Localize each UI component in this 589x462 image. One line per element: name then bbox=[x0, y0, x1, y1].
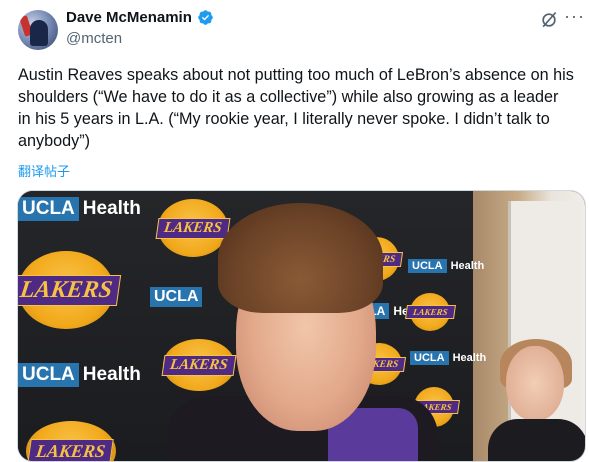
more-options-icon[interactable]: ··· bbox=[564, 6, 585, 27]
author-handle[interactable]: @mcten bbox=[66, 30, 122, 47]
lakers-logo: LAKERS bbox=[18, 251, 122, 329]
ucla-health-logo: UCLA Health bbox=[18, 197, 141, 221]
second-person-body bbox=[488, 419, 585, 461]
translate-post-link[interactable]: 翻译帖子 bbox=[18, 161, 70, 180]
lakers-logo: LAKERS bbox=[404, 293, 456, 331]
author-name[interactable]: Dave McMenamin bbox=[66, 9, 192, 26]
lakers-logo: LAKERS bbox=[161, 339, 237, 391]
ucla-health-logo: UCLA bbox=[150, 287, 203, 307]
grok-icon[interactable] bbox=[539, 10, 559, 30]
author-avatar[interactable] bbox=[18, 10, 58, 50]
ucla-health-logo: UCLA Health bbox=[410, 351, 486, 365]
ucla-health-logo: UCLA Health bbox=[408, 259, 484, 273]
verified-badge-icon bbox=[197, 9, 214, 26]
author-name-row: Dave McMenamin bbox=[66, 9, 214, 26]
ucla-health-logo: UCLA Health bbox=[18, 363, 141, 387]
tweet-video-media[interactable]: UCLA Health LAKERS LAKERS UCLA LAKERS UC… bbox=[17, 190, 586, 462]
lakers-logo: LAKERS bbox=[155, 199, 231, 257]
tweet-text: Austin Reaves speaks about not putting t… bbox=[18, 66, 579, 150]
second-person-face bbox=[506, 346, 564, 421]
speaker-hair bbox=[218, 203, 383, 313]
avatar-figure bbox=[30, 20, 48, 46]
